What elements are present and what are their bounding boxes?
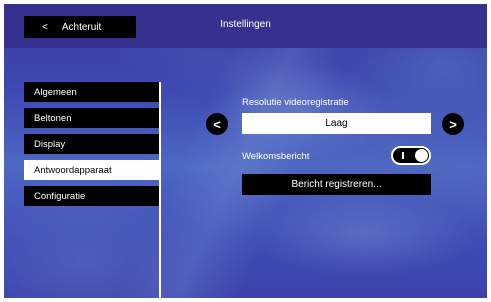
menu-item-label: Configuratie bbox=[34, 190, 86, 202]
previous-option-button[interactable]: < bbox=[206, 113, 228, 135]
menu-item-beltonen[interactable]: Beltonen bbox=[24, 108, 160, 128]
chevron-right-icon: > bbox=[449, 116, 457, 132]
welcome-message-toggle[interactable] bbox=[391, 146, 431, 165]
header-bar: < Achteruit Instellingen bbox=[4, 4, 487, 48]
next-option-button[interactable]: > bbox=[442, 113, 464, 135]
menu-item-label: Display bbox=[34, 138, 66, 150]
menu-item-label: Algemeen bbox=[34, 86, 77, 98]
menu-divider bbox=[159, 82, 161, 298]
toggle-knob bbox=[415, 149, 428, 162]
resolution-value-text: Laag bbox=[325, 118, 348, 129]
menu-item-configuratie[interactable]: Configuratie bbox=[24, 186, 160, 206]
menu-item-display[interactable]: Display bbox=[24, 134, 160, 154]
settings-menu: Algemeen Beltonen Display Antwoordappara… bbox=[24, 82, 160, 212]
menu-item-label: Beltonen bbox=[34, 112, 72, 124]
resolution-value[interactable]: Laag bbox=[242, 113, 431, 134]
chevron-left-icon: < bbox=[213, 116, 221, 132]
menu-item-label: Antwoordapparaat bbox=[34, 164, 112, 176]
settings-screen: < Achteruit Instellingen Algemeen Belton… bbox=[4, 4, 487, 298]
page-title: Instellingen bbox=[220, 19, 271, 30]
menu-item-antwoordapparaat[interactable]: Antwoordapparaat bbox=[24, 160, 160, 180]
menu-item-algemeen[interactable]: Algemeen bbox=[24, 82, 160, 102]
toggle-on-indicator-icon bbox=[402, 152, 404, 159]
record-message-label: Bericht registreren... bbox=[291, 179, 382, 190]
record-message-button[interactable]: Bericht registreren... bbox=[242, 174, 431, 195]
welcome-message-label: Welkomsbericht bbox=[242, 151, 310, 162]
resolution-label: Resolutie videoregistratie bbox=[242, 97, 349, 108]
